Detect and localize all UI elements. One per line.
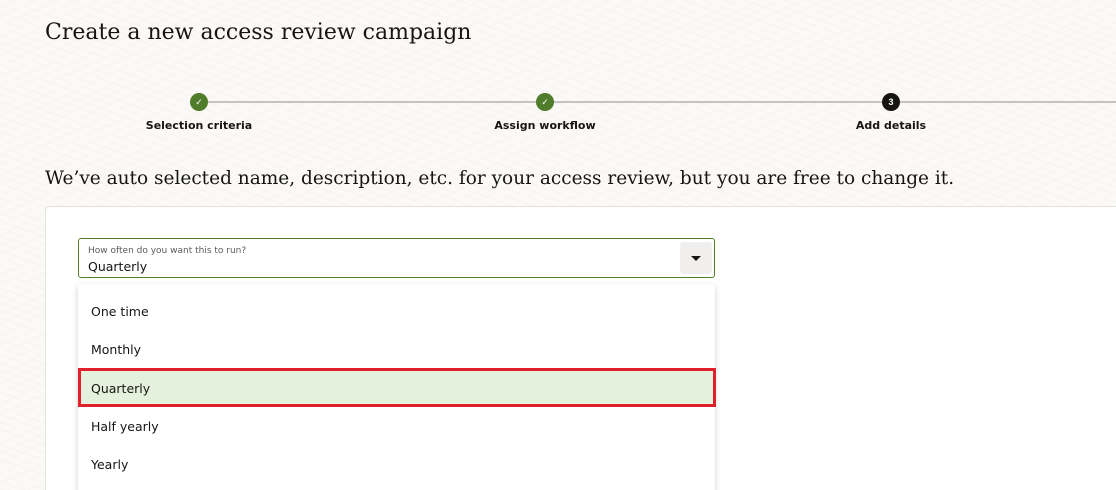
- step-add-details[interactable]: 3 Add details: [791, 90, 991, 132]
- option-yearly[interactable]: Yearly: [78, 445, 715, 483]
- frequency-dropdown-list: One time Monthly Quarterly Half yearly Y…: [78, 284, 715, 490]
- page-subtitle: We’ve auto selected name, description, e…: [45, 168, 955, 189]
- frequency-select-value: Quarterly: [88, 259, 148, 274]
- step-selection-criteria[interactable]: ✓ Selection criteria: [99, 90, 299, 132]
- step-assign-workflow[interactable]: ✓ Assign workflow: [445, 90, 645, 132]
- page-title: Create a new access review campaign: [45, 20, 472, 45]
- step-label: Selection criteria: [145, 119, 253, 132]
- progress-stepper: ✓ Selection criteria ✓ Assign workflow 3…: [0, 90, 1116, 140]
- frequency-select-label: How often do you want this to run?: [88, 246, 247, 256]
- check-icon: ✓: [190, 93, 208, 111]
- option-monthly[interactable]: Monthly: [78, 330, 715, 368]
- option-quarterly[interactable]: Quarterly: [78, 369, 715, 407]
- option-half-yearly[interactable]: Half yearly: [78, 407, 715, 445]
- chevron-down-icon: [691, 255, 701, 261]
- step-label: Add details: [855, 119, 927, 132]
- option-one-time[interactable]: One time: [78, 292, 715, 330]
- step-label: Assign workflow: [494, 119, 596, 132]
- frequency-select[interactable]: How often do you want this to run? Quart…: [78, 238, 715, 278]
- dropdown-toggle-button[interactable]: [680, 242, 712, 274]
- check-icon: ✓: [536, 93, 554, 111]
- step-number-badge: 3: [882, 93, 900, 111]
